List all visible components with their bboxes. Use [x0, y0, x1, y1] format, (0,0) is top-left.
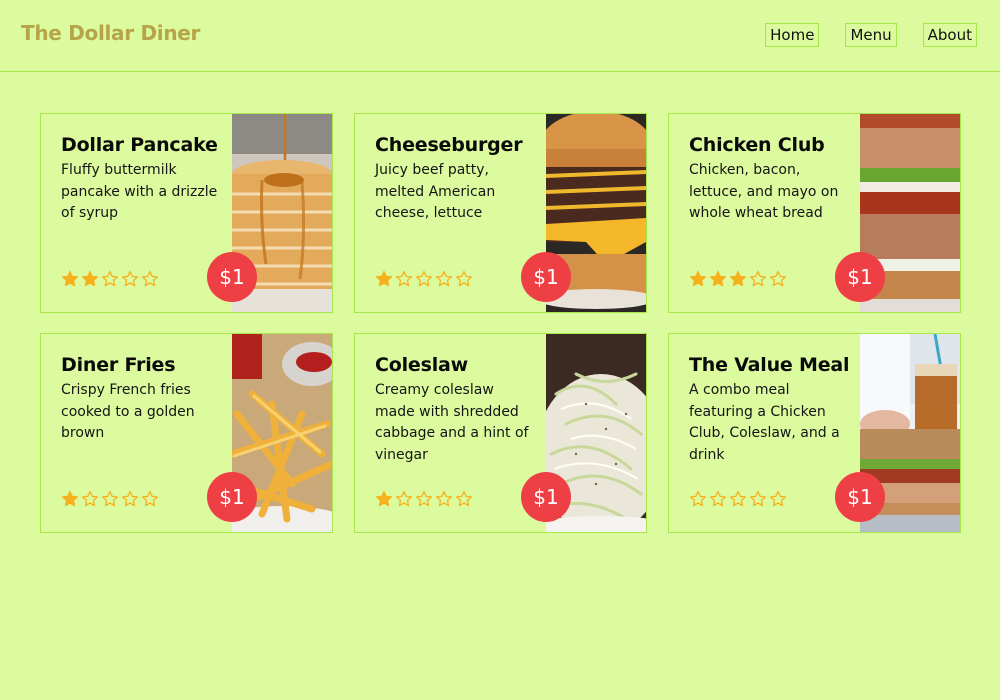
star-filled-icon [709, 270, 727, 287]
star-empty-icon [435, 490, 453, 507]
price-badge[interactable]: $1 [207, 472, 257, 522]
item-title: Diner Fries [61, 354, 176, 376]
card-body: Dollar Pancake Fluffy buttermilk pancake… [61, 134, 221, 225]
star-empty-icon [141, 270, 159, 287]
star-filled-icon [689, 270, 707, 287]
menu-card-dollar-pancake[interactable]: Dollar Pancake Fluffy buttermilk pancake… [40, 113, 333, 313]
card-body: Diner Fries Crispy French fries cooked t… [61, 354, 221, 445]
item-description: Chicken, bacon, lettuce, and mayo on who… [689, 162, 839, 221]
nav-about[interactable]: About [922, 23, 977, 47]
menu-card-diner-fries[interactable]: Diner Fries Crispy French fries cooked t… [40, 333, 333, 533]
item-title: The Value Meal [689, 354, 850, 376]
item-description: Creamy coleslaw made with shredded cabba… [375, 382, 529, 463]
price-badge[interactable]: $1 [521, 472, 571, 522]
menu-grid: Dollar Pancake Fluffy buttermilk pancake… [40, 113, 961, 533]
star-empty-icon [749, 490, 767, 507]
star-filled-icon [375, 490, 393, 507]
star-rating [375, 490, 473, 508]
star-empty-icon [101, 270, 119, 287]
star-empty-icon [455, 490, 473, 507]
site-logo[interactable]: The Dollar Diner [21, 21, 200, 45]
card-body: Chicken Club Chicken, bacon, lettuce, an… [689, 134, 849, 225]
star-empty-icon [121, 270, 139, 287]
item-description: Juicy beef patty, melted American cheese… [375, 162, 496, 221]
main-nav: Home Menu About [765, 23, 977, 47]
star-empty-icon [141, 490, 159, 507]
item-title: Coleslaw [375, 354, 468, 376]
card-body: Coleslaw Creamy coleslaw made with shred… [375, 354, 535, 466]
star-rating [689, 270, 787, 288]
star-empty-icon [415, 270, 433, 287]
star-empty-icon [395, 490, 413, 507]
star-empty-icon [455, 270, 473, 287]
star-empty-icon [81, 490, 99, 507]
star-empty-icon [415, 490, 433, 507]
price-badge[interactable]: $1 [835, 472, 885, 522]
star-rating [61, 490, 159, 508]
price-badge[interactable]: $1 [521, 252, 571, 302]
star-filled-icon [729, 270, 747, 287]
item-description: Crispy French fries cooked to a golden b… [61, 382, 195, 441]
menu-card-the-value-meal[interactable]: The Value Meal A combo meal featuring a … [668, 333, 961, 533]
star-empty-icon [395, 270, 413, 287]
star-empty-icon [709, 490, 727, 507]
nav-home[interactable]: Home [765, 23, 820, 47]
star-empty-icon [689, 490, 707, 507]
star-filled-icon [61, 270, 79, 287]
card-body: The Value Meal A combo meal featuring a … [689, 354, 850, 466]
item-description: A combo meal featuring a Chicken Club, C… [689, 382, 840, 463]
menu-card-cheeseburger[interactable]: Cheeseburger Juicy beef patty, melted Am… [354, 113, 647, 313]
site-header: The Dollar Diner Home Menu About [0, 0, 1000, 72]
star-empty-icon [121, 490, 139, 507]
star-rating [689, 490, 787, 508]
card-body: Cheeseburger Juicy beef patty, melted Am… [375, 134, 535, 225]
star-filled-icon [81, 270, 99, 287]
star-rating [61, 270, 159, 288]
star-empty-icon [749, 270, 767, 287]
star-empty-icon [769, 490, 787, 507]
star-empty-icon [769, 270, 787, 287]
item-title: Chicken Club [689, 134, 825, 156]
star-empty-icon [101, 490, 119, 507]
item-description: Fluffy buttermilk pancake with a drizzle… [61, 162, 218, 221]
star-filled-icon [61, 490, 79, 507]
item-title: Cheeseburger [375, 134, 523, 156]
menu-card-coleslaw[interactable]: Coleslaw Creamy coleslaw made with shred… [354, 333, 647, 533]
price-badge[interactable]: $1 [207, 252, 257, 302]
price-badge[interactable]: $1 [835, 252, 885, 302]
star-empty-icon [435, 270, 453, 287]
menu-card-chicken-club[interactable]: Chicken Club Chicken, bacon, lettuce, an… [668, 113, 961, 313]
star-filled-icon [375, 270, 393, 287]
star-rating [375, 270, 473, 288]
item-title: Dollar Pancake [61, 134, 218, 156]
nav-menu[interactable]: Menu [845, 23, 897, 47]
star-empty-icon [729, 490, 747, 507]
